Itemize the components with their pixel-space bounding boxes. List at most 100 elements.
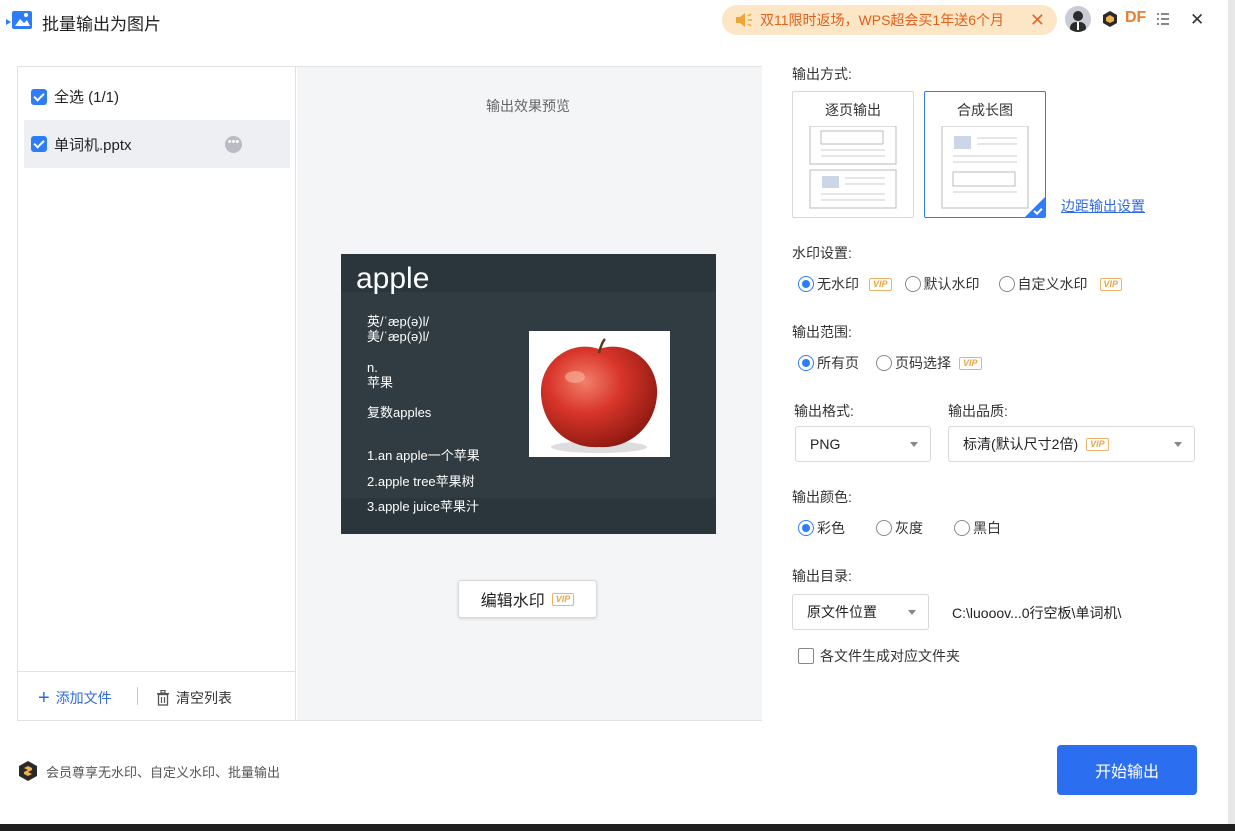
dialog-window: 批量输出为图片 双11限时返场，WPS超会买1年送6个月 ✕ DF ✕ 全选 (… <box>0 0 1228 824</box>
range-radio-group: 所有页 页码选择 VIP <box>798 353 982 373</box>
checkbox-checked-icon <box>31 88 47 105</box>
edit-watermark-label: 编辑水印 <box>480 593 545 610</box>
output-dir-select[interactable]: 原文件位置 <box>792 594 929 630</box>
radio-selected-icon <box>798 276 814 292</box>
output-dir-value: 原文件位置 <box>807 604 877 620</box>
quality-label: 输出品质: <box>948 403 1008 419</box>
menu-icon[interactable] <box>1157 12 1169 26</box>
slide-phonetic-uk: 英/ˈæp(ə)l/ <box>367 314 430 329</box>
slide-title: apple <box>356 262 430 295</box>
watermark-label: 水印设置: <box>792 245 852 261</box>
mode-long-image-label: 合成长图 <box>957 102 1013 118</box>
start-output-button[interactable]: 开始输出 <box>1057 745 1197 795</box>
vip-badge: VIP <box>869 277 892 291</box>
slide-example-2: 2.apple tree苹果树 <box>367 474 475 489</box>
add-file-button[interactable]: + 添加文件 <box>38 688 112 708</box>
vip-crown-icon[interactable] <box>1101 10 1119 28</box>
file-list-panel: 全选 (1/1) 单词机.pptx ••• + 添加文件 清空列表 <box>18 67 296 720</box>
background-window <box>0 824 1235 831</box>
add-file-label: 添加文件 <box>55 690 112 706</box>
subfolder-checkbox[interactable]: 各文件生成对应文件夹 <box>798 646 960 666</box>
mode-per-page[interactable]: 逐页输出 <box>792 91 914 218</box>
window-title: 批量输出为图片 <box>42 15 161 34</box>
watermark-option-none[interactable]: 无水印 VIP <box>798 274 892 294</box>
format-label: 输出格式: <box>794 403 854 419</box>
watermark-option-custom-label: 自定义水印 <box>1017 276 1088 292</box>
edit-watermark-button[interactable]: 编辑水印 VIP <box>458 580 597 618</box>
output-mode-label: 输出方式: <box>792 66 852 82</box>
color-radio-group: 彩色 灰度 黑白 <box>798 518 1001 538</box>
background-window <box>1228 0 1235 831</box>
chevron-down-icon <box>1174 442 1182 447</box>
radio-icon <box>904 276 921 292</box>
slide-example-1: 1.an apple一个苹果 <box>367 448 480 463</box>
chevron-down-icon <box>908 610 916 615</box>
preview-panel: 输出效果预览 apple 英/ˈæp(ə)l/ 美/ˈæp(ə)l/ n. 苹果… <box>297 67 762 720</box>
color-option-bw-label: 黑白 <box>973 520 1001 536</box>
title-bar: 批量输出为图片 双11限时返场，WPS超会买1年送6个月 ✕ DF ✕ <box>0 0 1228 40</box>
color-option-gray[interactable]: 灰度 <box>876 518 923 538</box>
promo-banner[interactable]: 双11限时返场，WPS超会买1年送6个月 ✕ <box>722 5 1057 35</box>
close-icon[interactable]: ✕ <box>1190 10 1204 30</box>
radio-icon <box>998 276 1015 292</box>
user-avatar-icon <box>1070 11 1086 32</box>
image-export-icon <box>6 11 32 29</box>
slide-phonetic-us: 美/ˈæp(ə)l/ <box>367 329 430 344</box>
select-all-checkbox[interactable]: 全选 (1/1) <box>31 86 119 107</box>
watermark-option-none-label: 无水印 <box>817 276 859 292</box>
radio-icon <box>954 520 970 536</box>
file-list-footer: + 添加文件 清空列表 <box>18 671 295 720</box>
color-option-color-label: 彩色 <box>817 520 845 536</box>
range-option-pages-label: 页码选择 <box>895 355 951 371</box>
avatar[interactable] <box>1065 6 1091 32</box>
slide-plural: 复数apples <box>367 405 432 420</box>
quality-select[interactable]: 标清(默认尺寸2倍) VIP <box>948 426 1195 462</box>
apple-icon <box>540 338 658 453</box>
subfolder-label: 各文件生成对应文件夹 <box>820 648 960 664</box>
format-value: PNG <box>810 436 841 452</box>
list-item[interactable]: 单词机.pptx ••• <box>24 120 290 168</box>
quality-value: 标清(默认尺寸2倍) <box>963 436 1079 452</box>
member-note: 会员尊享无水印、自定义水印、批量输出 <box>18 760 280 782</box>
checkbox-checked-icon[interactable] <box>31 136 47 152</box>
more-options-icon[interactable]: ••• <box>225 136 242 153</box>
output-path: C:\luooov...0行空板\单词机\ <box>952 605 1122 621</box>
speaker-icon <box>736 13 752 27</box>
mode-per-page-label: 逐页输出 <box>825 102 881 118</box>
color-option-color[interactable]: 彩色 <box>798 518 845 538</box>
vip-badge: VIP <box>551 592 575 606</box>
color-label: 输出颜色: <box>792 489 852 505</box>
format-select[interactable]: PNG <box>795 426 931 462</box>
clear-list-button[interactable]: 清空列表 <box>156 688 232 708</box>
margin-settings-link[interactable]: 边距输出设置 <box>1061 196 1145 216</box>
trash-icon <box>157 690 169 706</box>
radio-icon <box>876 520 892 536</box>
checkbox-unchecked-icon <box>798 648 814 664</box>
slide-example-3: 3.apple juice苹果汁 <box>367 499 479 514</box>
mode-long-image[interactable]: 合成长图 <box>924 91 1046 218</box>
vip-badge: VIP <box>1086 437 1109 451</box>
clear-list-label: 清空列表 <box>176 690 232 706</box>
file-name: 单词机.pptx <box>54 136 132 154</box>
promo-close-icon[interactable]: ✕ <box>1030 10 1045 31</box>
content-panel: 全选 (1/1) 单词机.pptx ••• + 添加文件 清空列表 输出效果预览… <box>17 66 762 721</box>
watermark-radio-group: 无水印 VIP 默认水印 自定义水印 VIP <box>798 274 1123 294</box>
watermark-option-default[interactable]: 默认水印 <box>904 274 980 294</box>
radio-selected-icon <box>798 520 814 536</box>
radio-selected-icon <box>798 355 814 371</box>
range-option-pages[interactable]: 页码选择 VIP <box>876 353 982 373</box>
color-option-bw[interactable]: 黑白 <box>954 518 1001 538</box>
user-initials[interactable]: DF <box>1125 9 1146 27</box>
radio-icon <box>876 355 892 371</box>
color-option-gray-label: 灰度 <box>895 520 923 536</box>
vip-shield-icon <box>19 761 37 781</box>
watermark-option-default-label: 默认水印 <box>923 276 980 292</box>
plus-icon: + <box>38 687 50 709</box>
slide-preview: apple 英/ˈæp(ə)l/ 美/ˈæp(ə)l/ n. 苹果 复数appl… <box>341 254 716 534</box>
per-page-layout-icon <box>809 126 897 209</box>
chevron-down-icon <box>910 442 918 447</box>
promo-text: 双11限时返场，WPS超会买1年送6个月 <box>760 12 1004 28</box>
watermark-option-custom[interactable]: 自定义水印 VIP <box>998 274 1123 294</box>
select-all-label: 全选 (1/1) <box>54 89 120 106</box>
range-option-all[interactable]: 所有页 <box>798 353 859 373</box>
